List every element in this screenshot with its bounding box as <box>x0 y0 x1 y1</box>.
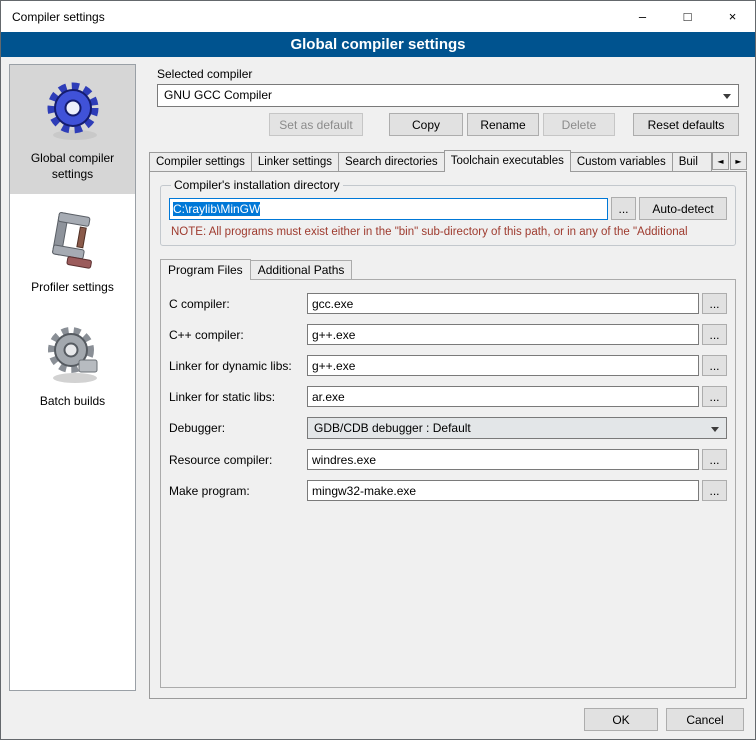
subtab-additional-paths[interactable]: Additional Paths <box>250 260 353 279</box>
tab-scroll-buttons: ◄ ► <box>712 152 747 170</box>
form-row: Linker for dynamic libs: ... <box>169 355 727 376</box>
compiler-actions: Set as default Copy Rename Delete Reset … <box>269 113 739 136</box>
form-row: Make program: ... <box>169 480 727 501</box>
selected-compiler-label: Selected compiler <box>157 67 252 81</box>
minimize-button[interactable]: – <box>620 1 665 32</box>
copy-button[interactable]: Copy <box>389 113 463 136</box>
tab-build-options[interactable]: Buil <box>672 152 712 171</box>
dynamic-linker-input[interactable] <box>307 355 699 376</box>
window-title: Compiler settings <box>1 10 105 24</box>
titlebar: Compiler settings – □ × <box>1 1 755 32</box>
install-dir-browse-button[interactable]: ... <box>611 197 636 220</box>
c-compiler-input[interactable] <box>307 293 699 314</box>
reset-defaults-button[interactable]: Reset defaults <box>633 113 739 136</box>
chevron-down-icon <box>723 94 731 99</box>
settings-tab-strip: Compiler settings Linker settings Search… <box>149 150 747 172</box>
c-compiler-label: C compiler: <box>169 297 307 311</box>
tab-linker-settings[interactable]: Linker settings <box>251 152 339 171</box>
rename-button[interactable]: Rename <box>467 113 539 136</box>
install-dir-group-title: Compiler's installation directory <box>171 178 343 192</box>
selected-compiler-value: GNU GCC Compiler <box>164 88 272 102</box>
install-dir-group: Compiler's installation directory C:\ray… <box>160 178 736 246</box>
window-controls: – □ × <box>620 1 755 32</box>
tab-scroll-right-button[interactable]: ► <box>730 152 747 170</box>
make-program-label: Make program: <box>169 484 307 498</box>
dialog-header-title: Global compiler settings <box>1 32 755 57</box>
c-compiler-browse-button[interactable]: ... <box>702 293 727 314</box>
debugger-label: Debugger: <box>169 421 307 435</box>
tab-search-directories[interactable]: Search directories <box>338 152 445 171</box>
install-dir-note: NOTE: All programs must exist either in … <box>171 226 727 238</box>
resource-compiler-label: Resource compiler: <box>169 453 307 467</box>
cpp-compiler-input[interactable] <box>307 324 699 345</box>
maximize-button[interactable]: □ <box>665 1 710 32</box>
tab-custom-variables[interactable]: Custom variables <box>570 152 673 171</box>
selected-compiler-select[interactable]: GNU GCC Compiler <box>157 84 739 107</box>
make-program-browse-button[interactable]: ... <box>702 480 727 501</box>
form-row: Linker for static libs: ... <box>169 386 727 407</box>
make-program-input[interactable] <box>307 480 699 501</box>
form-row: Resource compiler: ... <box>169 449 727 470</box>
cpp-compiler-label: C++ compiler: <box>169 328 307 342</box>
compiler-settings-window: Compiler settings – □ × Global compiler … <box>0 0 756 740</box>
form-row: Debugger: GDB/CDB debugger : Default <box>169 417 727 439</box>
tab-scroll-left-button[interactable]: ◄ <box>712 152 729 170</box>
blue-gear-icon <box>41 79 105 143</box>
static-linker-input[interactable] <box>307 386 699 407</box>
cancel-button[interactable]: Cancel <box>666 708 744 731</box>
ok-button[interactable]: OK <box>584 708 658 731</box>
dynamic-linker-browse-button[interactable]: ... <box>702 355 727 376</box>
tab-toolchain-executables[interactable]: Toolchain executables <box>444 150 571 172</box>
static-linker-label: Linker for static libs: <box>169 390 307 404</box>
install-dir-input[interactable]: C:\raylib\MinGW <box>169 198 608 220</box>
debugger-select[interactable]: GDB/CDB debugger : Default <box>307 417 727 439</box>
debugger-value: GDB/CDB debugger : Default <box>314 421 471 435</box>
sidebar-item-profiler-settings[interactable]: Profiler settings <box>10 194 135 308</box>
sidebar-item-label: Profiler settings <box>31 280 114 296</box>
clamp-icon <box>41 208 105 272</box>
subtab-program-files[interactable]: Program Files <box>160 259 251 280</box>
sidebar-item-global-compiler-settings[interactable]: Global compiler settings <box>10 65 135 194</box>
resource-compiler-input[interactable] <box>307 449 699 470</box>
install-dir-row: C:\raylib\MinGW ... Auto-detect <box>169 197 727 220</box>
program-files-panel: C compiler: ... C++ compiler: ... Linker… <box>160 279 736 688</box>
resource-compiler-browse-button[interactable]: ... <box>702 449 727 470</box>
form-row: C compiler: ... <box>169 293 727 314</box>
tab-compiler-settings[interactable]: Compiler settings <box>149 152 252 171</box>
form-row: C++ compiler: ... <box>169 324 727 345</box>
close-button[interactable]: × <box>710 1 755 32</box>
delete-button[interactable]: Delete <box>543 113 615 136</box>
sidebar-item-label: Global compiler settings <box>14 151 131 182</box>
set-as-default-button[interactable]: Set as default <box>269 113 363 136</box>
autodetect-button[interactable]: Auto-detect <box>639 197 727 220</box>
sidebar-item-batch-builds[interactable]: Batch builds <box>10 308 135 422</box>
sidebar-item-label: Batch builds <box>40 394 105 410</box>
static-linker-browse-button[interactable]: ... <box>702 386 727 407</box>
toolchain-executables-panel: Compiler's installation directory C:\ray… <box>149 171 747 699</box>
cpp-compiler-browse-button[interactable]: ... <box>702 324 727 345</box>
chevron-down-icon <box>711 427 719 432</box>
dynamic-linker-label: Linker for dynamic libs: <box>169 359 307 373</box>
gray-gear-icon <box>41 322 105 386</box>
install-dir-selected-text: C:\raylib\MinGW <box>173 202 260 216</box>
toolchain-subtab-strip: Program Files Additional Paths <box>160 258 736 280</box>
settings-category-list: Global compiler settings Profiler settin… <box>9 64 136 691</box>
